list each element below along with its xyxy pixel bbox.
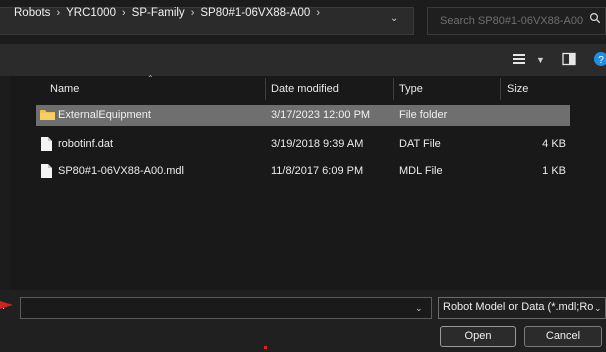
- file-size: 4 KB: [542, 138, 566, 150]
- preview-pane-icon: [562, 52, 576, 66]
- cancel-button[interactable]: Cancel: [524, 326, 602, 347]
- file-row-externalequipment[interactable]: ExternalEquipment 3/17/2023 12:00 PM Fil…: [36, 105, 570, 126]
- file-size: 1 KB: [542, 165, 566, 177]
- column-header-date-modified[interactable]: Date modified: [271, 78, 339, 100]
- breadcrumb-yrc1000[interactable]: YRC1000: [66, 7, 116, 19]
- open-button[interactable]: Open: [440, 326, 516, 347]
- column-header-type[interactable]: Type: [399, 78, 423, 100]
- file-row-robotinf[interactable]: robotinf.dat 3/19/2018 9:39 AM DAT File …: [36, 134, 570, 155]
- column-divider[interactable]: [265, 78, 266, 100]
- file-icon: [41, 137, 52, 151]
- column-divider[interactable]: [500, 78, 501, 100]
- file-name-input[interactable]: [20, 297, 432, 319]
- column-divider[interactable]: [393, 78, 394, 100]
- column-header-name[interactable]: Name: [50, 78, 79, 100]
- help-button[interactable]: ?: [593, 51, 606, 67]
- file-name: SP80#1-06VX88-A00.mdl: [58, 165, 184, 177]
- file-name: robotinf.dat: [58, 138, 114, 150]
- preview-pane-button[interactable]: [562, 52, 576, 66]
- file-type-filter-value: Robot Model or Data (*.mdl;Ro: [443, 301, 594, 313]
- file-name: ExternalEquipment: [58, 109, 151, 121]
- file-type: File folder: [399, 109, 448, 121]
- file-name-dropdown-icon[interactable]: ⌄: [415, 303, 423, 314]
- filter-dropdown-icon[interactable]: ⌄: [594, 303, 602, 314]
- file-type: MDL File: [399, 165, 443, 177]
- breadcrumb-separator[interactable]: ›: [316, 7, 320, 19]
- file-date: 3/19/2018 9:39 AM: [271, 138, 364, 150]
- breadcrumb-separator[interactable]: ›: [191, 7, 195, 19]
- breadcrumb-robots[interactable]: Robots: [14, 7, 50, 19]
- file-icon: [41, 164, 52, 178]
- file-row-mdl[interactable]: SP80#1-06VX88-A00.mdl 11/8/2017 6:09 PM …: [36, 161, 570, 182]
- address-history-dropdown-icon[interactable]: ⌄: [390, 13, 398, 24]
- search-icon[interactable]: [589, 12, 601, 24]
- details-view-icon: [513, 54, 525, 64]
- annotation-arrow-icon: [0, 299, 14, 311]
- breadcrumb: Robots › YRC1000 › SP-Family › SP80#1-06VX88-A…: [14, 7, 326, 19]
- file-type: DAT File: [399, 138, 441, 150]
- annotation-marker: [264, 346, 267, 349]
- breadcrumb-sp-family[interactable]: SP-Family: [132, 7, 185, 19]
- folder-icon: [40, 110, 55, 120]
- file-date: 3/17/2023 12:00 PM: [271, 109, 371, 121]
- breadcrumb-separator[interactable]: ›: [122, 7, 126, 19]
- help-icon: ?: [594, 52, 606, 66]
- file-date: 11/8/2017 6:09 PM: [271, 165, 364, 177]
- svg-text:?: ?: [598, 55, 604, 66]
- search-input[interactable]: Search SP80#1-06VX88-A00: [440, 15, 583, 27]
- breadcrumb-separator[interactable]: ›: [56, 7, 60, 19]
- column-header-size[interactable]: Size: [507, 78, 528, 100]
- view-options-button[interactable]: [512, 52, 526, 66]
- view-dropdown-icon[interactable]: ▼: [536, 55, 545, 65]
- sort-ascending-icon: ⌃: [147, 74, 154, 83]
- breadcrumb-sp80[interactable]: SP80#1-06VX88-A00: [200, 7, 310, 19]
